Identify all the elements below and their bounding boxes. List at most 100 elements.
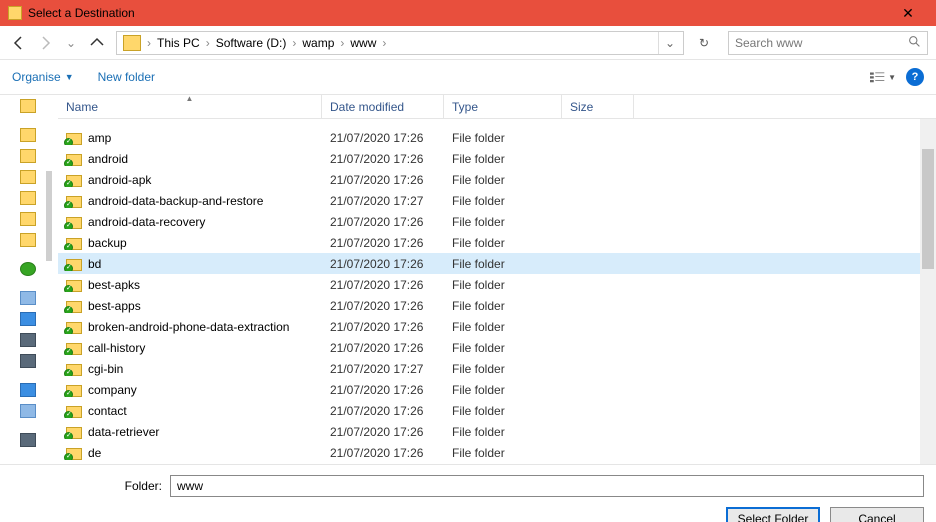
file-type: File folder	[444, 215, 562, 229]
folder-input[interactable]	[170, 475, 924, 497]
column-date[interactable]: Date modified	[322, 95, 444, 118]
address-bar[interactable]: › This PC › Software (D:) › wamp › www ›…	[116, 31, 684, 55]
table-row[interactable]: best-apks21/07/2020 17:26File folder	[58, 274, 936, 295]
file-date: 21/07/2020 17:26	[322, 131, 444, 145]
table-row[interactable]: best-apps21/07/2020 17:26File folder	[58, 295, 936, 316]
file-type: File folder	[444, 341, 562, 355]
file-name: cgi-bin	[88, 362, 123, 376]
folder-icon	[20, 191, 36, 205]
file-date: 21/07/2020 17:26	[322, 446, 444, 460]
file-type: File folder	[444, 236, 562, 250]
table-row[interactable]: android21/07/2020 17:26File folder	[58, 148, 936, 169]
chevron-right-icon[interactable]: ›	[338, 36, 346, 50]
close-button[interactable]: ✕	[888, 0, 928, 26]
chevron-right-icon[interactable]: ›	[204, 36, 212, 50]
navbar: ⌄ › This PC › Software (D:) › wamp › www…	[0, 26, 936, 60]
file-date: 21/07/2020 17:27	[322, 194, 444, 208]
forward-button[interactable]	[34, 32, 56, 54]
table-row[interactable]: contact21/07/2020 17:26File folder	[58, 400, 936, 421]
file-type: File folder	[444, 131, 562, 145]
table-row[interactable]: android-data-recovery 21/07/2020 17:26Fil…	[58, 211, 936, 232]
drive-icon	[20, 333, 36, 347]
table-row[interactable]: android-data-backup-and-restore21/07/202…	[58, 190, 936, 211]
table-row[interactable]: data-retriever21/07/2020 17:26File folde…	[58, 421, 936, 442]
file-type: File folder	[444, 362, 562, 376]
file-name: amp	[88, 131, 111, 145]
organise-button[interactable]: Organise ▼	[12, 70, 74, 84]
drive-icon	[20, 312, 36, 326]
scrollbar[interactable]	[920, 119, 936, 464]
file-date: 21/07/2020 17:26	[322, 341, 444, 355]
folder-icon	[66, 152, 82, 166]
table-row[interactable]: broken-android-phone-data-extraction21/0…	[58, 316, 936, 337]
table-row[interactable]: amp 21/07/2020 17:26File folder	[58, 127, 936, 148]
file-name: broken-android-phone-data-extraction	[88, 320, 289, 334]
file-date: 21/07/2020 17:26	[322, 152, 444, 166]
table-row[interactable]: cgi-bin 21/07/2020 17:27File folder	[58, 358, 936, 379]
column-name[interactable]: Name ▲	[58, 95, 322, 118]
file-name: android-apk	[88, 173, 151, 187]
up-button[interactable]	[86, 32, 108, 54]
search-input[interactable]: Search www	[728, 31, 928, 55]
file-date: 21/07/2020 17:27	[322, 362, 444, 376]
table-row[interactable]: backup21/07/2020 17:26File folder	[58, 232, 936, 253]
chevron-right-icon[interactable]: ›	[380, 36, 388, 50]
drive-icon	[20, 354, 36, 368]
chevron-right-icon[interactable]: ›	[290, 36, 298, 50]
folder-icon	[20, 170, 36, 184]
file-name: best-apks	[88, 278, 140, 292]
titlebar: Select a Destination ✕	[0, 0, 936, 26]
scrollbar-thumb[interactable]	[922, 149, 934, 269]
refresh-button[interactable]: ↻	[692, 31, 716, 55]
file-name: best-apps	[88, 299, 141, 313]
nav-tree[interactable]	[0, 95, 58, 464]
table-row[interactable]: call-history 21/07/2020 17:26File folder	[58, 337, 936, 358]
file-date: 21/07/2020 17:26	[322, 425, 444, 439]
address-dropdown[interactable]: ⌄	[658, 32, 681, 54]
table-row[interactable]: android-apk21/07/2020 17:26File folder	[58, 169, 936, 190]
tree-scrollbar[interactable]	[46, 171, 52, 261]
cancel-button[interactable]: Cancel	[830, 507, 924, 522]
file-date: 21/07/2020 17:26	[322, 215, 444, 229]
file-name: android-data-recovery	[88, 215, 205, 229]
select-folder-button[interactable]: Select Folder	[726, 507, 820, 522]
folder-icon	[66, 425, 82, 439]
file-type: File folder	[444, 278, 562, 292]
recent-dropdown[interactable]: ⌄	[60, 32, 82, 54]
file-date: 21/07/2020 17:26	[322, 236, 444, 250]
column-size[interactable]: Size	[562, 95, 634, 118]
file-name: company	[88, 383, 137, 397]
table-row[interactable]: company21/07/2020 17:26File folder	[58, 379, 936, 400]
table-row[interactable]: bd21/07/2020 17:26File folder	[58, 253, 936, 274]
file-name: de	[88, 446, 101, 460]
file-name: call-history	[88, 341, 145, 355]
folder-icon	[66, 173, 82, 187]
folder-icon	[66, 383, 82, 397]
folder-icon	[66, 215, 82, 229]
file-list: Name ▲ Date modified Type Size amp 21/07/…	[58, 95, 936, 464]
table-row[interactable]: de21/07/2020 17:26File folder	[58, 442, 936, 463]
folder-icon	[20, 233, 36, 247]
file-name: android	[88, 152, 128, 166]
back-button[interactable]	[8, 32, 30, 54]
file-type: File folder	[444, 194, 562, 208]
file-type: File folder	[444, 383, 562, 397]
file-date: 21/07/2020 17:26	[322, 173, 444, 187]
new-folder-button[interactable]: New folder	[98, 70, 155, 84]
breadcrumb[interactable]: Software (D:)	[212, 32, 291, 54]
view-button[interactable]: ▼	[870, 66, 896, 88]
pc-icon	[20, 291, 36, 305]
new-folder-label: New folder	[98, 70, 155, 84]
help-button[interactable]: ?	[906, 68, 924, 86]
search-icon	[908, 35, 921, 51]
folder-icon	[66, 404, 82, 418]
column-type[interactable]: Type	[444, 95, 562, 118]
chevron-right-icon[interactable]: ›	[145, 36, 153, 50]
organise-label: Organise	[12, 70, 61, 84]
folder-icon	[66, 299, 82, 313]
breadcrumb[interactable]: www	[346, 32, 380, 54]
chevron-down-icon: ▼	[65, 72, 74, 82]
file-name: bd	[88, 257, 101, 271]
breadcrumb[interactable]: This PC	[153, 32, 204, 54]
breadcrumb[interactable]: wamp	[298, 32, 338, 54]
